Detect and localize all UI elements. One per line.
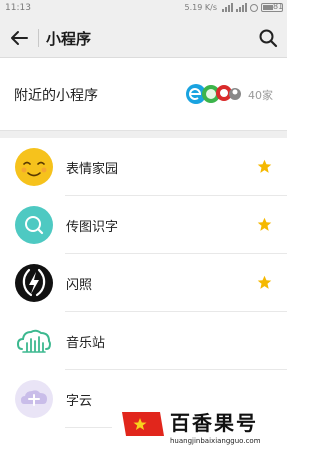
battery-level: 81 (273, 2, 284, 11)
star-icon[interactable] (257, 275, 272, 290)
page-title: 小程序 (46, 30, 92, 48)
flag-logo-icon (122, 412, 164, 436)
word-cloud-icon (15, 380, 53, 418)
lightning-icon (15, 264, 53, 302)
network-speed: 5.19 K/s (184, 3, 217, 12)
item-name: 闪照 (66, 278, 93, 293)
magnifier-icon (15, 206, 53, 244)
star-icon[interactable] (257, 217, 272, 232)
watermark: 百香果号 huangjinbaixiangguo.com (112, 405, 287, 450)
list-item[interactable]: 闪照 (0, 254, 287, 312)
item-name: 表情家园 (66, 162, 119, 177)
item-name: 传图识字 (66, 220, 119, 235)
list-item[interactable]: 传图识字 (0, 196, 287, 254)
wifi-signal-icon (222, 3, 233, 12)
list-item[interactable]: 表情家园 (0, 138, 287, 196)
battery-icon: 81 (261, 2, 284, 12)
star-icon[interactable] (257, 159, 272, 174)
status-time: 11:13 (5, 3, 31, 13)
smiley-face-icon (15, 148, 53, 186)
mini-program-list: 表情家园 传图识字 闪照 音乐站 字云 (0, 138, 287, 428)
list-item[interactable]: 音乐站 (0, 312, 287, 370)
back-arrow-icon[interactable] (8, 27, 30, 49)
nav-divider (38, 29, 39, 47)
section-divider (0, 130, 287, 138)
status-bar: 11:13 5.19 K/s 81 (0, 0, 287, 18)
item-name: 字云 (66, 394, 93, 409)
nearby-count: 40家 (248, 89, 273, 102)
search-icon[interactable] (257, 27, 279, 49)
music-cloud-icon (16, 329, 51, 353)
item-name: 音乐站 (66, 336, 106, 351)
status-indicators: 5.19 K/s 81 (184, 2, 284, 12)
cell-signal-icon (236, 3, 247, 12)
watermark-url: huangjinbaixiangguo.com (170, 437, 261, 445)
watermark-title: 百香果号 (170, 411, 258, 435)
nearby-mini-programs-row[interactable]: 附近的小程序 40家 (0, 58, 287, 130)
nav-bar: 小程序 (0, 18, 287, 58)
alarm-icon (250, 3, 258, 12)
nearby-avatars-icon (186, 84, 241, 104)
nearby-label: 附近的小程序 (14, 88, 98, 104)
